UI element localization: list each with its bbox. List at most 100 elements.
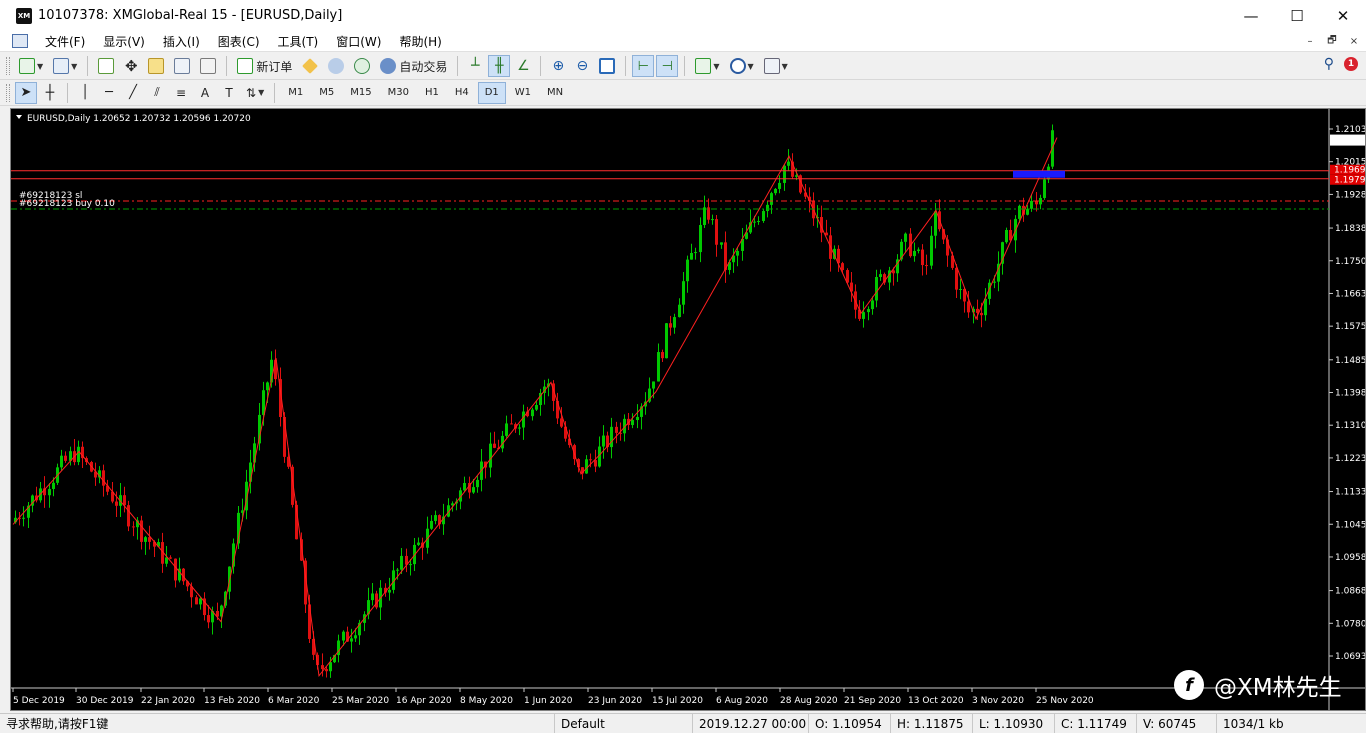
mdi-restore-button[interactable]: 🗗	[1324, 33, 1340, 49]
signals-button[interactable]	[350, 55, 374, 77]
timeframe-w1[interactable]: W1	[508, 82, 538, 104]
line-chart-button[interactable]: ∠	[512, 55, 534, 77]
status-open: O: 1.10954	[809, 713, 891, 733]
toolbar-grip[interactable]	[6, 83, 10, 102]
chart-canvas[interactable]: 1.210301.201551.192801.183801.175051.166…	[11, 109, 1365, 710]
arrows-button[interactable]: ⇅ ▼	[242, 82, 268, 104]
tile-windows-button[interactable]	[595, 55, 619, 77]
candle-body	[127, 505, 130, 527]
menu-view[interactable]: 显示(V)	[94, 33, 154, 50]
candle-body	[862, 312, 865, 319]
candle-body	[329, 662, 332, 672]
profiles-button[interactable]: ▼	[49, 55, 81, 77]
candle-body	[925, 265, 928, 267]
menu-window[interactable]: 窗口(W)	[327, 33, 390, 50]
timeframe-m5[interactable]: M5	[312, 82, 341, 104]
fibonacci-button[interactable]: ≡	[170, 82, 192, 104]
mdi-close-button[interactable]: ×	[1346, 33, 1362, 49]
price-tick-label: 1.19280	[1335, 190, 1365, 200]
candlestick-button[interactable]: ╫	[488, 55, 511, 77]
menu-tools[interactable]: 工具(T)	[269, 33, 328, 50]
minimize-button[interactable]: —	[1228, 0, 1274, 31]
timeframe-h1[interactable]: H1	[418, 82, 446, 104]
line-studies-toolbar: ➤ ┼ │ ─ ╱ ⫽ ≡ A T ⇅ ▼ M1 M5 M15 M30 H1 H4…	[0, 80, 1366, 106]
mdi-minimize-button[interactable]: –	[1302, 33, 1318, 49]
price-tag-red-upper-label: 1.19699	[1334, 166, 1365, 176]
terminal-button[interactable]	[170, 55, 194, 77]
candle-body	[321, 665, 324, 670]
timeframe-h4[interactable]: H4	[448, 82, 476, 104]
timeframe-mn[interactable]: MN	[540, 82, 570, 104]
vertical-line-button[interactable]: │	[74, 82, 96, 104]
auto-trading-button[interactable]: 自动交易	[376, 55, 451, 77]
chart-window-icon[interactable]	[12, 34, 28, 48]
zoom-in-button[interactable]: ⊕	[547, 55, 569, 77]
candle-body	[64, 455, 67, 461]
candle-body	[102, 470, 105, 486]
price-chart[interactable]: 1.210301.201551.192801.183801.175051.166…	[10, 108, 1366, 711]
candle-body	[665, 323, 668, 359]
bar-chart-button[interactable]: ┴	[464, 55, 486, 77]
timeframe-d1[interactable]: D1	[477, 81, 506, 104]
candle-body	[132, 526, 135, 528]
candle-body	[463, 483, 466, 491]
candle-body	[430, 520, 433, 529]
channel-icon: ⫽	[154, 85, 160, 99]
timeframe-m15[interactable]: M15	[343, 82, 378, 104]
new-chart-button[interactable]: ▼	[15, 55, 47, 77]
new-order-button[interactable]: 新订单	[233, 55, 296, 77]
templates-button[interactable]: ▼	[760, 55, 792, 77]
auto-trading-icon	[380, 58, 397, 74]
candle-body	[699, 225, 702, 253]
community-button[interactable]	[324, 55, 348, 77]
notification-badge[interactable]: 1	[1344, 57, 1358, 71]
strategy-tester-button[interactable]	[196, 55, 220, 77]
zoom-out-button[interactable]: ⊖	[571, 55, 593, 77]
candle-body	[585, 459, 588, 474]
maximize-button[interactable]: ☐	[1274, 0, 1320, 31]
timeframe-m1[interactable]: M1	[281, 82, 310, 104]
candle-body	[409, 564, 412, 566]
crosshair-tool-button[interactable]: ┼	[39, 82, 61, 104]
menu-charts[interactable]: 图表(C)	[209, 33, 269, 50]
candle-body	[636, 416, 639, 421]
candle-body	[787, 161, 790, 166]
menu-help[interactable]: 帮助(H)	[390, 33, 450, 50]
search-icon[interactable]: ⚲	[1324, 56, 1334, 72]
candle-body	[476, 479, 479, 488]
arrows-icon: ⇅	[246, 85, 257, 100]
candle-body	[1026, 208, 1029, 215]
toolbar-grip[interactable]	[6, 57, 10, 75]
candle-body	[711, 219, 714, 221]
channel-button[interactable]: ⫽	[146, 82, 168, 104]
data-window-button[interactable]: ✥	[120, 55, 142, 77]
horizontal-line-button[interactable]: ─	[98, 82, 120, 104]
candle-body	[174, 558, 177, 581]
chart-shift-button[interactable]: ⊣	[656, 55, 679, 77]
navigator-icon	[148, 58, 165, 74]
cursor-tool-button[interactable]: ➤	[15, 81, 37, 104]
watermark-logo-icon: f	[1174, 670, 1204, 700]
timeframe-m30[interactable]: M30	[381, 82, 416, 104]
candle-body	[770, 193, 773, 205]
candle-body	[22, 517, 25, 519]
metaeditor-button[interactable]	[298, 55, 322, 77]
text-tool-button[interactable]: A	[194, 82, 216, 104]
terminal-icon	[174, 58, 191, 74]
menu-insert[interactable]: 插入(I)	[154, 33, 209, 50]
periods-button[interactable]: ▼	[726, 55, 758, 77]
date-tick-label: 8 May 2020	[460, 696, 513, 706]
new-order-label: 新订单	[256, 59, 293, 74]
close-button[interactable]: ✕	[1320, 0, 1366, 31]
market-watch-button[interactable]	[94, 55, 118, 77]
trendline-button[interactable]: ╱	[122, 82, 144, 104]
text-label-button[interactable]: T	[218, 82, 240, 104]
indicators-button[interactable]: ▼	[691, 55, 723, 77]
navigator-button[interactable]	[144, 55, 168, 77]
order-buy-label: #69218123 buy 0.10	[19, 199, 115, 209]
candle-body	[783, 165, 786, 183]
candle-body	[610, 426, 613, 448]
menu-file[interactable]: 文件(F)	[36, 33, 94, 50]
candle-body	[652, 381, 655, 389]
auto-scroll-button[interactable]: ⊢	[632, 55, 655, 77]
